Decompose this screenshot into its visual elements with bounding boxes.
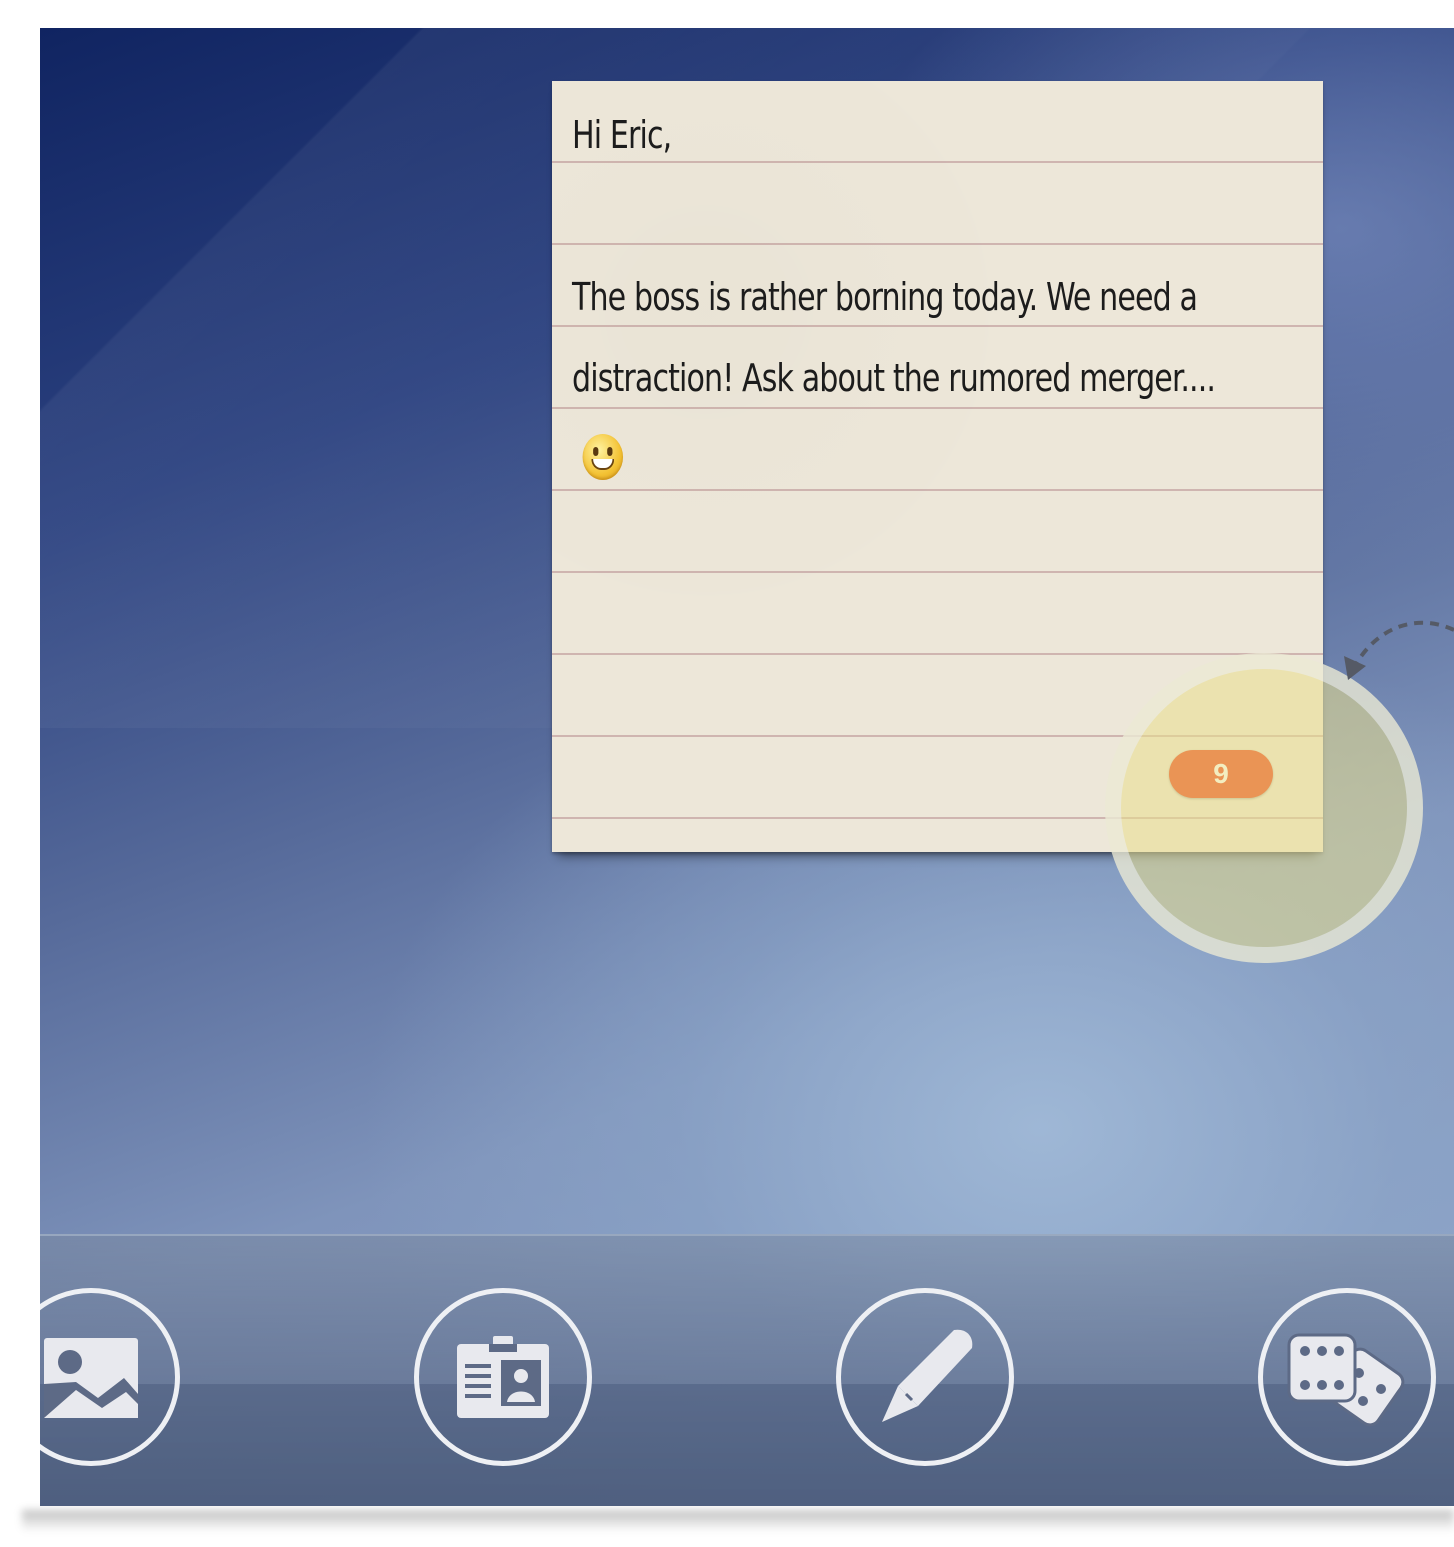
note-text: Hi Eric, The boss is rather borning toda…: [572, 95, 1216, 500]
app-dock: [40, 1234, 1454, 1506]
frame-shadow: [22, 1510, 1454, 1532]
note-body-text: The boss is rather borning today. We nee…: [572, 275, 1216, 400]
dock-notes-button[interactable]: [836, 1288, 1014, 1466]
pen-icon: [882, 1329, 973, 1422]
screenshot-frame: Hi Eric, The boss is rather borning toda…: [0, 0, 1454, 1547]
dock-contacts-button[interactable]: [414, 1288, 592, 1466]
note-body: The boss is rather borning today. We nee…: [572, 257, 1250, 500]
smiley-emoji-icon: [582, 434, 624, 480]
callout-highlight-circle: [1105, 653, 1423, 963]
note-greeting: Hi Eric,: [572, 113, 672, 157]
id-badge-icon: [457, 1336, 549, 1418]
dock-lower-band: [40, 1384, 1454, 1506]
dice-icon: [1287, 1333, 1405, 1427]
tablet-home-screen: Hi Eric, The boss is rather borning toda…: [40, 28, 1454, 1506]
dock-games-button[interactable]: [1258, 1288, 1436, 1466]
image-icon: [44, 1338, 138, 1418]
dashed-arrow-icon: [1344, 620, 1454, 680]
